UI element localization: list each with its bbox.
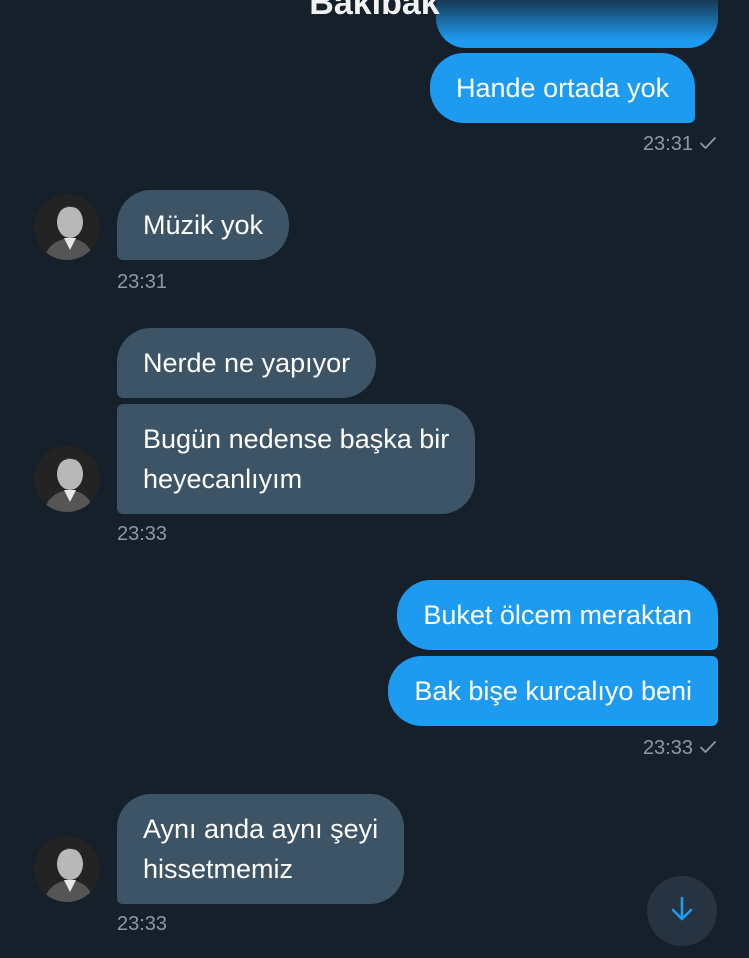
message-text: Hande ortada yok [456, 73, 670, 103]
message-bubble-incoming[interactable]: Müzik yok [117, 190, 290, 260]
message-text-line: Aynı anda aynı şeyi [143, 814, 379, 844]
message-text-line: Bugün nedense başka bir [143, 424, 450, 454]
message-text: Bak bişe kurcalıyo beni [414, 676, 692, 706]
message-timestamp: 23:31 [117, 271, 168, 293]
message-timestamp: 23:31 [643, 133, 717, 156]
message-text-line: hissetmemiz [143, 854, 294, 884]
message-bubble-outgoing[interactable]: Bak bişe kurcalıyo beni [388, 656, 718, 726]
message-text: Nerde ne yapıyor [143, 348, 351, 378]
message-bubble-incoming[interactable]: Nerde ne yapıyor [117, 328, 377, 398]
message-text: Buket ölcem meraktan [423, 600, 692, 630]
conversation-title[interactable]: Bakibak [0, 0, 749, 23]
arrow-down-icon [670, 896, 694, 927]
message-text: Müzik yok [143, 210, 264, 240]
message-bubble-outgoing[interactable]: Hande ortada yok [430, 53, 696, 123]
avatar[interactable] [34, 194, 100, 260]
scroll-to-bottom-button[interactable] [647, 876, 717, 946]
message-bubble-outgoing[interactable]: Buket ölcem meraktan [397, 580, 718, 650]
avatar[interactable] [34, 836, 100, 902]
message-timestamp: 23:33 [117, 913, 168, 935]
check-icon [699, 133, 717, 156]
check-icon [699, 737, 717, 760]
avatar[interactable] [34, 446, 100, 512]
message-timestamp: 23:33 [643, 737, 717, 760]
message-text-line: heyecanlıyım [143, 464, 303, 494]
message-timestamp: 23:33 [117, 523, 168, 545]
message-bubble-incoming[interactable]: Bugün nedense başka bir heyecanlıyım [117, 404, 476, 514]
message-bubble-incoming[interactable]: Aynı anda aynı şeyi hissetmemiz [117, 794, 405, 904]
